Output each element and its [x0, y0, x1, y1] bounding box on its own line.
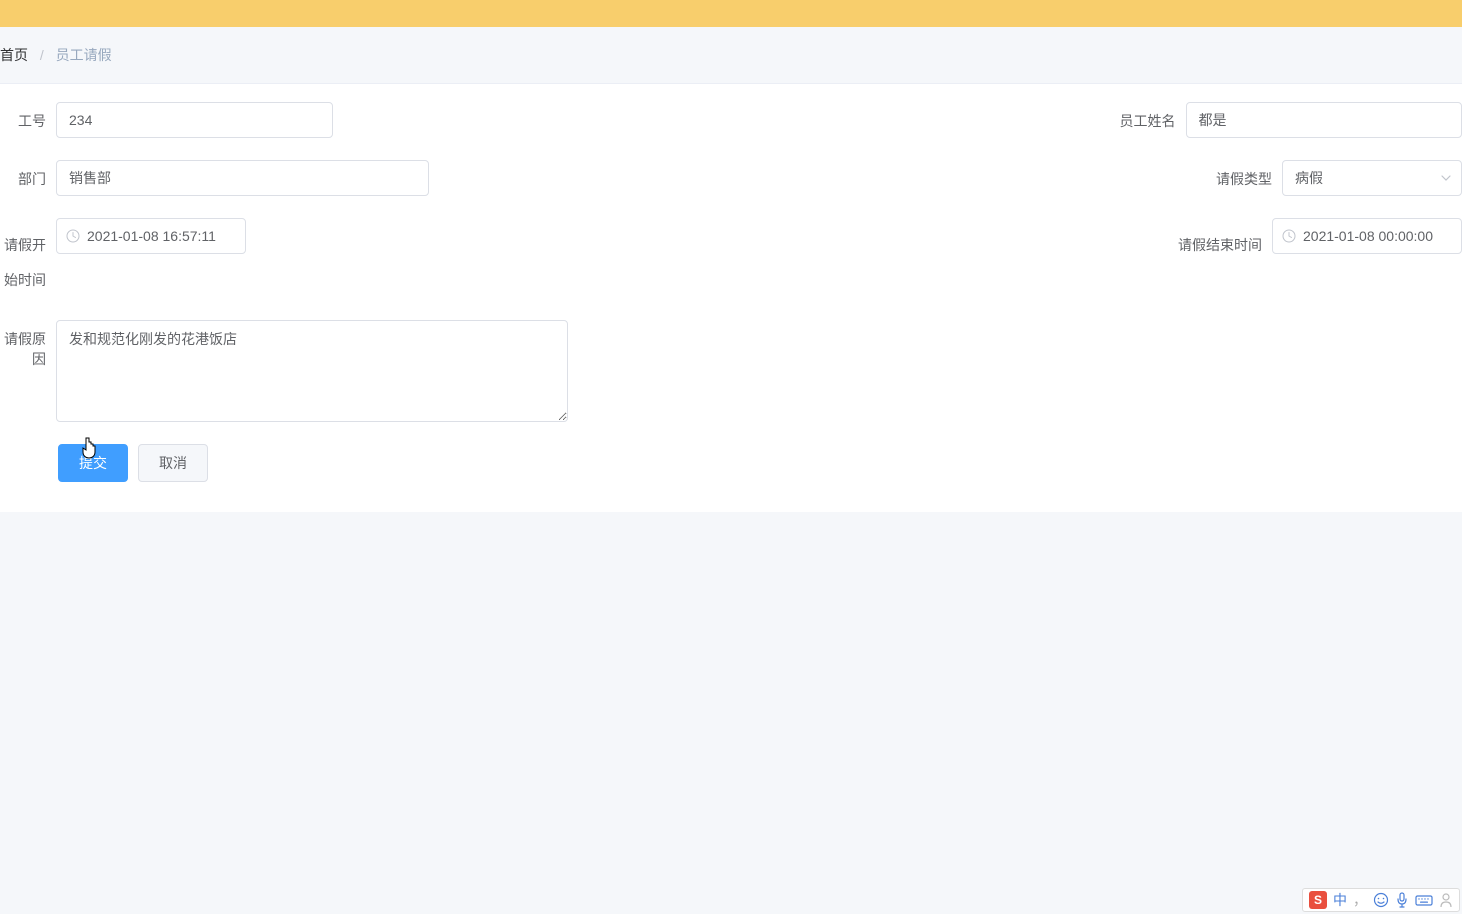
cancel-button[interactable]: 取消 [138, 444, 208, 482]
form-panel: 工号 员工姓名 部门 请假类型 请假开始时间 请假结束时间 [0, 84, 1462, 512]
ime-toolbar[interactable]: S 中 ， [1302, 888, 1460, 912]
breadcrumb: 首页 / 员工请假 [0, 27, 1462, 84]
label-reason: 请假原因 [0, 320, 56, 369]
label-leave-type: 请假类型 [429, 160, 1282, 190]
employee-name-input[interactable] [1186, 102, 1462, 138]
start-time-input[interactable] [56, 218, 246, 254]
ime-lang[interactable]: 中 [1333, 890, 1347, 910]
label-department: 部门 [0, 160, 56, 190]
label-employee-id: 工号 [0, 102, 56, 132]
top-banner [0, 0, 1462, 27]
end-time-input[interactable] [1272, 218, 1462, 254]
ime-logo-icon: S [1309, 891, 1327, 909]
breadcrumb-home[interactable]: 首页 [0, 47, 28, 63]
breadcrumb-current: 员工请假 [56, 47, 112, 63]
submit-button[interactable]: 提交 [58, 444, 128, 482]
reason-textarea[interactable] [56, 320, 568, 422]
department-input[interactable] [56, 160, 429, 196]
ime-keyboard-icon[interactable] [1415, 893, 1433, 907]
button-row: 提交 取消 [0, 444, 1462, 482]
breadcrumb-separator: / [40, 47, 44, 63]
employee-id-input[interactable] [56, 102, 333, 138]
label-start-time: 请假开始时间 [0, 218, 56, 298]
ime-punct[interactable]: ， [1353, 890, 1367, 910]
ime-mic-icon[interactable] [1395, 892, 1409, 908]
ime-user-icon[interactable] [1439, 892, 1453, 908]
ime-emoji-icon[interactable] [1373, 892, 1389, 908]
leave-type-select[interactable] [1282, 160, 1462, 196]
label-end-time: 请假结束时间 [419, 218, 1272, 263]
label-employee-name: 员工姓名 [333, 102, 1186, 132]
